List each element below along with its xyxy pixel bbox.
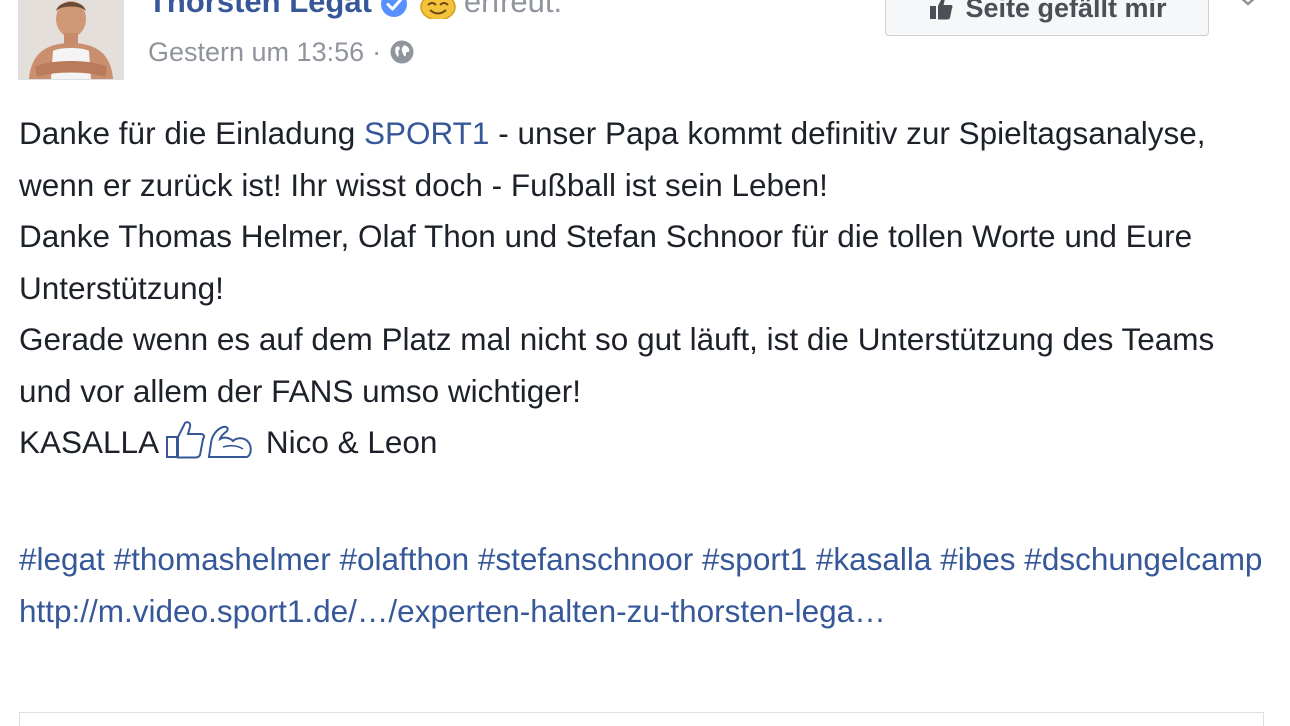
hashtag-link[interactable]: #kasalla: [816, 541, 932, 577]
hashtag-link[interactable]: #ibes: [940, 541, 1015, 577]
post-paragraph-1: Danke für die Einladung SPORT1 - unser P…: [19, 108, 1274, 211]
sport1-link[interactable]: SPORT1: [364, 115, 489, 151]
author-name[interactable]: Thorsten Legat: [148, 0, 372, 22]
like-page-button[interactable]: Seite gefällt mir: [885, 0, 1209, 36]
feeling-text: erfreut.: [463, 0, 563, 19]
video-url-link[interactable]: http://m.video.sport1.de/…/experten-halt…: [19, 593, 886, 629]
post-paragraph-3: Gerade wenn es auf dem Platz mal nicht s…: [19, 321, 1215, 409]
thumbs-up-icon: [927, 0, 955, 22]
hashtag-block: #legat #thomashelmer #olafthon #stefansc…: [19, 534, 1274, 637]
hashtag-line: #legat #thomashelmer #olafthon #stefansc…: [19, 534, 1274, 586]
chevron-down-icon[interactable]: [1236, 0, 1260, 6]
post-paragraph-2: Danke Thomas Helmer, Olaf Thon und Stefa…: [19, 218, 1193, 306]
verified-badge-icon: [380, 0, 408, 17]
meta-separator: ·: [372, 36, 382, 67]
hashtag-link[interactable]: #thomashelmer: [114, 541, 331, 577]
hashtag-link[interactable]: #olafthon: [339, 541, 469, 577]
author-line: Thorsten Legat erfreut.: [148, 0, 562, 22]
author-avatar[interactable]: [18, 0, 124, 80]
hashtag-link[interactable]: #dschungelcamp: [1024, 541, 1262, 577]
url-line: http://m.video.sport1.de/…/experten-halt…: [19, 586, 1274, 638]
link-preview-card[interactable]: [19, 712, 1264, 726]
hashtag-link[interactable]: #legat: [19, 541, 105, 577]
text-segment: Danke für die Einladung: [19, 115, 364, 151]
text-segment: Nico & Leon: [257, 424, 438, 460]
hashtag-link[interactable]: #sport1: [702, 541, 807, 577]
timestamp[interactable]: Gestern um 13:56: [148, 37, 364, 68]
post-paragraph-4: KASALLA Nico & Leon: [19, 417, 1274, 469]
thumbs-up-flexed-biceps-icon: [163, 417, 255, 461]
text-segment: KASALLA: [19, 424, 160, 460]
post-meta: Gestern um 13:56 ·: [148, 34, 415, 70]
hashtag-link[interactable]: #stefanschnoor: [478, 541, 693, 577]
globe-icon[interactable]: [389, 39, 415, 65]
like-page-label: Seite gefällt mir: [965, 0, 1167, 23]
facebook-post: Thorsten Legat erfreut. Gestern um 13:56…: [0, 0, 1290, 726]
post-text: Danke für die Einladung SPORT1 - unser P…: [19, 108, 1274, 469]
smiling-face-icon: [418, 0, 458, 21]
